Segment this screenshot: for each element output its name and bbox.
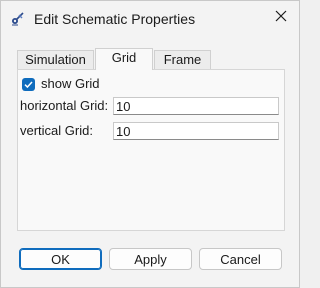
tab-frame[interactable]: Frame [154,50,211,69]
tab-simulation[interactable]: Simulation [17,50,94,69]
tab-bar: Simulation Grid Frame [17,48,285,70]
schematic-app-icon [10,11,26,27]
ok-button[interactable]: OK [19,248,102,270]
title-bar[interactable]: Edit Schematic Properties [1,1,299,35]
close-button[interactable] [269,6,293,30]
show-grid-option[interactable]: show Grid [22,76,100,92]
vertical-grid-input[interactable] [113,122,279,140]
close-icon [275,9,287,27]
horizontal-grid-input[interactable] [113,97,279,115]
show-grid-checkbox[interactable] [22,77,35,91]
tab-grid-label: Grid [111,50,137,65]
tab-frame-label: Frame [163,52,202,67]
tab-grid[interactable]: Grid [95,48,153,70]
vertical-grid-label: vertical Grid: [20,123,93,138]
grid-tab-panel: show Grid horizontal Grid: vertical Grid… [17,69,285,231]
tab-simulation-label: Simulation [25,52,86,67]
cancel-button[interactable]: Cancel [199,248,282,270]
show-grid-label: show Grid [41,76,100,91]
properties-dialog: Edit Schematic Properties Simulation Gri… [0,0,300,288]
checkmark-icon [24,80,33,88]
window-title: Edit Schematic Properties [34,11,196,27]
horizontal-grid-label: horizontal Grid: [20,98,109,113]
apply-button[interactable]: Apply [109,248,192,270]
